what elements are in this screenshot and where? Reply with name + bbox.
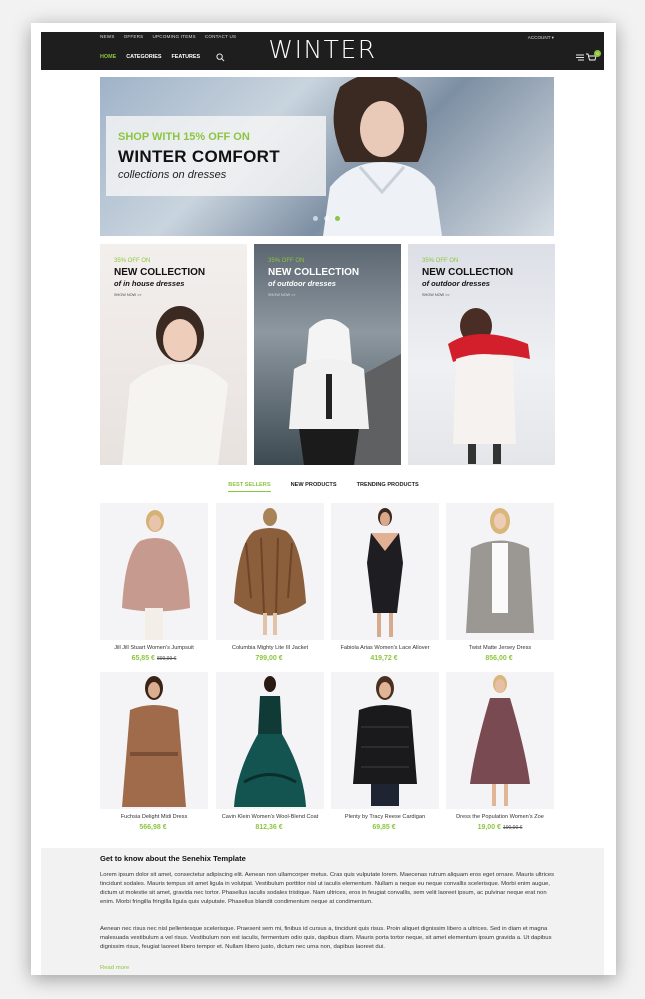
banner-title: NEW COLLECTION bbox=[422, 267, 514, 278]
banner-outdoor-2[interactable]: 35% OFF ON NEW COLLECTION of outdoor dre… bbox=[408, 244, 555, 465]
about-paragraph-1: Lorem ipsum dolor sit amet, consectetur … bbox=[100, 872, 555, 905]
product-price-current: 566,98 € bbox=[139, 824, 167, 831]
product-price: 19,00 €190,00 € bbox=[446, 824, 554, 831]
about-title: Get to know about the Senehix Template bbox=[100, 854, 246, 863]
product-name[interactable]: Fuchsia Delight Midi Dress bbox=[100, 814, 208, 820]
product-card[interactable]: Jill Jill Stuart Women's Jumpsuit 65,85 … bbox=[100, 503, 208, 662]
banner-subtitle: of in house dresses bbox=[114, 279, 185, 288]
banner-subtitle: of outdoor dresses bbox=[268, 279, 336, 288]
product-card[interactable]: Plenty by Tracy Reese Cardigan 69,85 € bbox=[331, 672, 439, 831]
product-name[interactable]: Fabiola Arias Women's Lace Allover bbox=[331, 645, 439, 651]
main-nav: HOME CATEGORIES FEATURES bbox=[100, 54, 200, 60]
product-price: 812,36 € bbox=[216, 824, 324, 831]
cart-count-badge: 0 bbox=[594, 50, 601, 57]
hero-caption-box: SHOP WITH 15% OFF ON WINTER COMFORT coll… bbox=[106, 116, 326, 196]
banner-model-image bbox=[448, 308, 530, 464]
product-price: 799,00 € bbox=[216, 655, 324, 662]
product-name[interactable]: Columbia Mighty Lite III Jacket bbox=[216, 645, 324, 651]
product-photo bbox=[367, 508, 403, 637]
product-image[interactable] bbox=[216, 672, 324, 809]
about-paragraph-2: Aenean nec risus nec nisl pellentesque s… bbox=[100, 926, 552, 950]
nav-features[interactable]: FEATURES bbox=[171, 54, 200, 60]
product-photo bbox=[122, 676, 186, 807]
product-name[interactable]: Cavin Klein Women's Wool-Blend Coat bbox=[216, 814, 324, 820]
banner-outdoor-1[interactable]: 35% OFF ON NEW COLLECTION of outdoor dre… bbox=[254, 244, 401, 465]
product-image[interactable] bbox=[331, 672, 439, 809]
page-frame: NEWS OFFERS UPCOMING ITEMS CONTACT US WI… bbox=[31, 23, 616, 975]
product-price: 566,98 € bbox=[100, 824, 208, 831]
banner-model-image bbox=[289, 319, 401, 465]
banner-title: NEW COLLECTION bbox=[268, 267, 360, 278]
product-photo bbox=[353, 676, 417, 806]
banner-subtitle: of outdoor dresses bbox=[422, 279, 490, 288]
search-icon[interactable] bbox=[216, 53, 225, 62]
product-card[interactable]: Dress the Population Women's Zoe 19,00 €… bbox=[446, 672, 554, 831]
tab-trending-products[interactable]: TRENDING PRODUCTS bbox=[357, 482, 419, 492]
product-tabs: BEST SELLERS NEW PRODUCTS TRENDING PRODU… bbox=[31, 482, 616, 492]
slider-dot[interactable] bbox=[313, 216, 318, 221]
tab-new-products[interactable]: NEW PRODUCTS bbox=[291, 482, 337, 492]
banner-kicker: 35% OFF ON bbox=[268, 258, 305, 264]
banner-in-house[interactable]: 35% OFF ON NEW COLLECTION of in house dr… bbox=[100, 244, 247, 465]
product-price: 65,85 €899,99 € bbox=[100, 655, 208, 662]
nav-home[interactable]: HOME bbox=[100, 54, 116, 60]
product-price-old: 190,00 € bbox=[502, 825, 523, 831]
product-image[interactable] bbox=[100, 503, 208, 640]
banner-title: NEW COLLECTION bbox=[114, 267, 206, 278]
product-card[interactable]: Fabiola Arias Women's Lace Allover 419,7… bbox=[331, 503, 439, 662]
product-photo bbox=[122, 510, 190, 640]
product-image[interactable] bbox=[331, 503, 439, 640]
read-more-link[interactable]: Read more bbox=[100, 965, 129, 971]
hero-subtitle: collections on dresses bbox=[118, 169, 227, 181]
menu-icon[interactable] bbox=[576, 54, 584, 61]
product-photo bbox=[234, 508, 306, 635]
banner-kicker: 35% OFF ON bbox=[422, 258, 459, 264]
product-price: 69,85 € bbox=[331, 824, 439, 831]
product-image[interactable] bbox=[216, 503, 324, 640]
slider-dot[interactable] bbox=[324, 216, 329, 221]
product-card[interactable]: Fuchsia Delight Midi Dress 566,98 € bbox=[100, 672, 208, 831]
product-photo bbox=[234, 676, 306, 807]
hero-title: WINTER COMFORT bbox=[118, 147, 280, 166]
product-price-current: 69,85 € bbox=[372, 824, 396, 831]
product-image[interactable] bbox=[446, 672, 554, 809]
tab-best-sellers[interactable]: BEST SELLERS bbox=[228, 482, 271, 492]
account-dropdown[interactable]: ACCOUNT ▾ bbox=[528, 35, 554, 41]
product-name[interactable]: Plenty by Tracy Reese Cardigan bbox=[331, 814, 439, 820]
banner-model-image bbox=[122, 306, 228, 465]
product-name[interactable]: Dress the Population Women's Zoe bbox=[446, 814, 554, 820]
slider-dot-active[interactable] bbox=[335, 216, 340, 221]
product-card[interactable]: Columbia Mighty Lite III Jacket 799,00 € bbox=[216, 503, 324, 662]
hero-kicker: SHOP WITH 15% OFF ON bbox=[118, 131, 250, 143]
banner-shop-link[interactable]: SHOW NOW >> bbox=[422, 293, 450, 297]
product-photo bbox=[466, 508, 534, 633]
about-section: Get to know about the Senehix Template L… bbox=[41, 848, 604, 975]
product-price-current: 812,36 € bbox=[255, 824, 283, 831]
banner-kicker: 35% OFF ON bbox=[114, 258, 151, 264]
product-image[interactable] bbox=[100, 672, 208, 809]
product-price-current: 65,85 € bbox=[131, 655, 155, 662]
product-price-current: 19,00 € bbox=[477, 824, 501, 831]
banner-shop-link[interactable]: SHOW NOW >> bbox=[114, 293, 142, 297]
site-header: NEWS OFFERS UPCOMING ITEMS CONTACT US WI… bbox=[41, 32, 604, 70]
banner-shop-link[interactable]: SHOW NOW >> bbox=[268, 293, 296, 297]
product-image[interactable] bbox=[446, 503, 554, 640]
product-price: 856,00 € bbox=[446, 655, 554, 662]
product-price: 419,72 € bbox=[331, 655, 439, 662]
hero-slider[interactable]: SHOP WITH 15% OFF ON WINTER COMFORT coll… bbox=[100, 77, 554, 236]
slider-dots bbox=[313, 216, 340, 221]
product-price-old: 899,99 € bbox=[156, 656, 177, 662]
nav-categories[interactable]: CATEGORIES bbox=[126, 54, 161, 60]
product-name[interactable]: Twist Matte Jersey Dress bbox=[446, 645, 554, 651]
product-name[interactable]: Jill Jill Stuart Women's Jumpsuit bbox=[100, 645, 208, 651]
product-card[interactable]: Twist Matte Jersey Dress 856,00 € bbox=[446, 503, 554, 662]
product-price-current: 799,00 € bbox=[255, 655, 283, 662]
product-card[interactable]: Cavin Klein Women's Wool-Blend Coat 812,… bbox=[216, 672, 324, 831]
product-price-current: 419,72 € bbox=[370, 655, 398, 662]
product-price-current: 856,00 € bbox=[485, 655, 513, 662]
product-photo bbox=[470, 675, 530, 806]
